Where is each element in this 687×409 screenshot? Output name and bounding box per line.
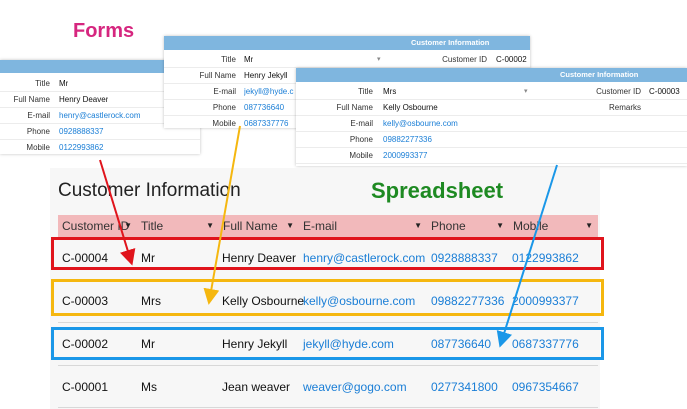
arrow-yellow <box>203 125 241 305</box>
arrow-red <box>99 159 136 266</box>
arrow-blue <box>496 164 558 348</box>
connector-arrows <box>99 125 558 348</box>
